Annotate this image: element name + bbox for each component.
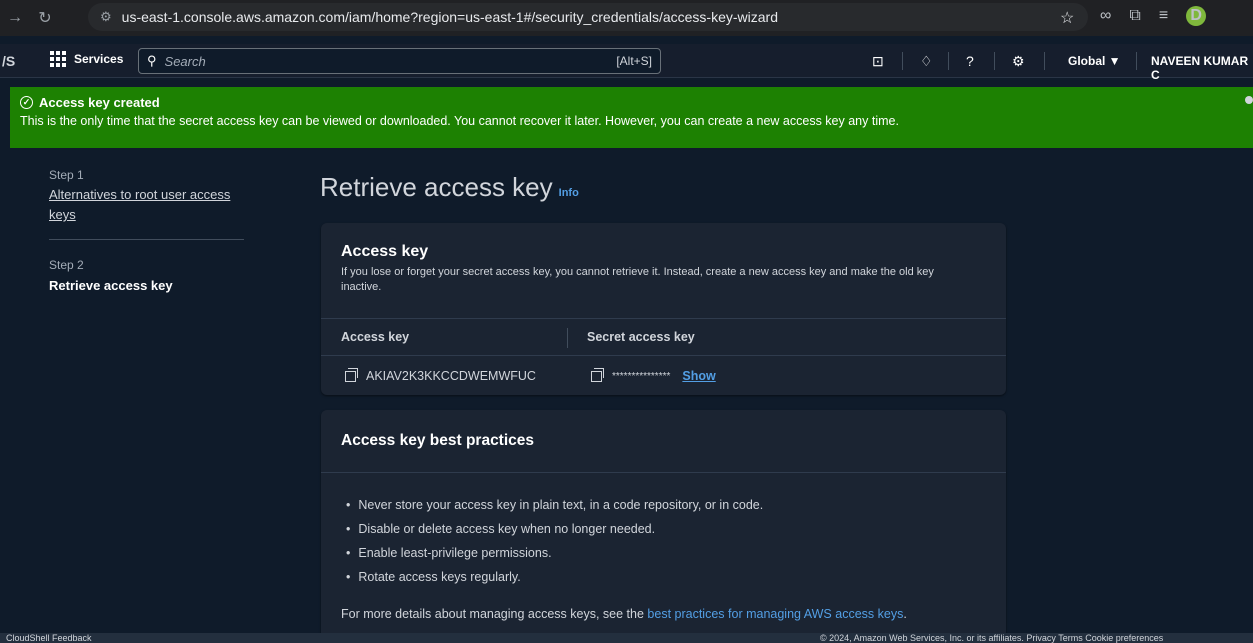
access-key-panel: Access key If you lose or forget your se… (321, 223, 1006, 395)
secret-key-masked: *************** (612, 370, 671, 382)
extension-icon[interactable]: ∞ (1100, 7, 1111, 25)
url-text[interactable]: us-east-1.console.aws.amazon.com/iam/hom… (122, 9, 778, 25)
account-menu[interactable]: NAVEEN KUMAR C (1151, 54, 1253, 82)
aws-logo[interactable]: /S (0, 53, 22, 69)
best-practices-more: For more details about managing access k… (341, 607, 907, 621)
nav-divider (1044, 52, 1045, 70)
page-title-text: Retrieve access key (320, 172, 553, 202)
services-label: Services (74, 52, 124, 66)
browser-toolbar: → ↻ ⚙ us-east-1.console.aws.amazon.com/i… (0, 0, 1253, 36)
footer-right[interactable]: © 2024, Amazon Web Services, Inc. or its… (820, 634, 1163, 643)
best-practices-panel: Access key best practices Never store yo… (321, 410, 1006, 643)
flash-message: This is the only time that the secret ac… (20, 114, 899, 128)
column-divider (567, 328, 568, 348)
step-divider (49, 239, 244, 240)
key-table-row: AKIAV2K3KKCCDWEMWFUC *************** Sho… (321, 356, 1006, 394)
bookmark-star-icon[interactable]: ☆ (1060, 8, 1074, 28)
step1-link[interactable]: Alternatives to root user access keys (49, 185, 244, 225)
nav-divider (902, 52, 903, 70)
settings-gear-icon[interactable]: ⚙ (1012, 53, 1025, 70)
search-icon: ⚲ (147, 53, 157, 68)
cloudshell-icon[interactable]: ⊡ (872, 53, 884, 70)
services-button[interactable]: Services (50, 51, 123, 67)
reload-icon[interactable]: ↻ (30, 8, 60, 28)
search-shortcut: [Alt+S] (616, 54, 652, 68)
browser-extension-area: ∞ ⧉ ≡ D (1100, 6, 1207, 26)
arrow-forward-icon[interactable]: → (0, 9, 30, 27)
copy-access-key-icon[interactable] (345, 367, 358, 382)
help-icon[interactable]: ? (966, 53, 974, 69)
success-flash-banner: ✓ Access key created This is the only ti… (10, 87, 1253, 148)
check-circle-icon: ✓ (20, 96, 33, 109)
extensions-puzzle-icon[interactable]: ⧉ (1129, 7, 1140, 25)
list-item: Rotate access keys regularly. (341, 568, 763, 592)
col-secret-key: Secret access key (587, 330, 695, 344)
console-footer: CloudShell Feedback © 2024, Amazon Web S… (0, 633, 1253, 643)
search-box[interactable]: ⚲ [Alt+S] (138, 48, 661, 74)
flash-title-row: ✓ Access key created (20, 95, 1243, 110)
nav-divider (994, 52, 995, 70)
notifications-bell-icon[interactable]: ♢ (920, 53, 933, 70)
step1-label: Step 1 (49, 168, 84, 182)
profile-avatar[interactable]: D (1186, 6, 1207, 26)
step2-label: Step 2 (49, 258, 84, 272)
grid-menu-icon (50, 51, 66, 67)
reading-list-icon[interactable]: ≡ (1159, 7, 1168, 25)
page-title: Retrieve access key Info (320, 172, 579, 203)
list-item: Never store your access key in plain tex… (341, 496, 763, 520)
region-selector[interactable]: Global ▼ (1068, 54, 1121, 68)
list-item: Enable least-privilege permissions. (341, 544, 763, 568)
more-suffix: . (903, 607, 907, 621)
nav-divider (1136, 52, 1137, 70)
best-practices-list: Never store your access key in plain tex… (341, 496, 763, 592)
panel-title: Access key (341, 243, 429, 260)
key-table-header: Access key Secret access key (321, 318, 1006, 356)
wizard-steps: Step 1 Alternatives to root user access … (49, 168, 244, 293)
best-practices-title: Access key best practices (341, 432, 535, 449)
search-input[interactable] (164, 53, 617, 69)
step2-current: Retrieve access key (49, 278, 173, 293)
list-item: Disable or delete access key when no lon… (341, 520, 763, 544)
access-key-value: AKIAV2K3KKCCDWEMWFUC (366, 369, 536, 383)
info-link[interactable]: Info (559, 187, 579, 199)
show-secret-link[interactable]: Show (682, 369, 715, 383)
panel-divider (321, 472, 1006, 473)
address-bar[interactable]: ⚙ us-east-1.console.aws.amazon.com/iam/h… (88, 3, 1088, 31)
banner-dismiss-edge[interactable] (1245, 96, 1253, 104)
nav-divider (948, 52, 949, 70)
copy-secret-key-icon[interactable] (591, 367, 604, 382)
aws-top-nav: /S Services ⚲ [Alt+S] ⊡ ♢ ? ⚙ Global ▼ N… (0, 44, 1253, 82)
best-practices-link[interactable]: best practices for managing AWS access k… (647, 607, 903, 621)
footer-left[interactable]: CloudShell Feedback (6, 634, 92, 643)
site-settings-icon[interactable]: ⚙ (100, 9, 112, 25)
col-access-key: Access key (341, 330, 410, 344)
more-prefix: For more details about managing access k… (341, 607, 648, 621)
flash-title: Access key created (39, 95, 160, 110)
panel-description: If you lose or forget your secret access… (341, 266, 934, 293)
